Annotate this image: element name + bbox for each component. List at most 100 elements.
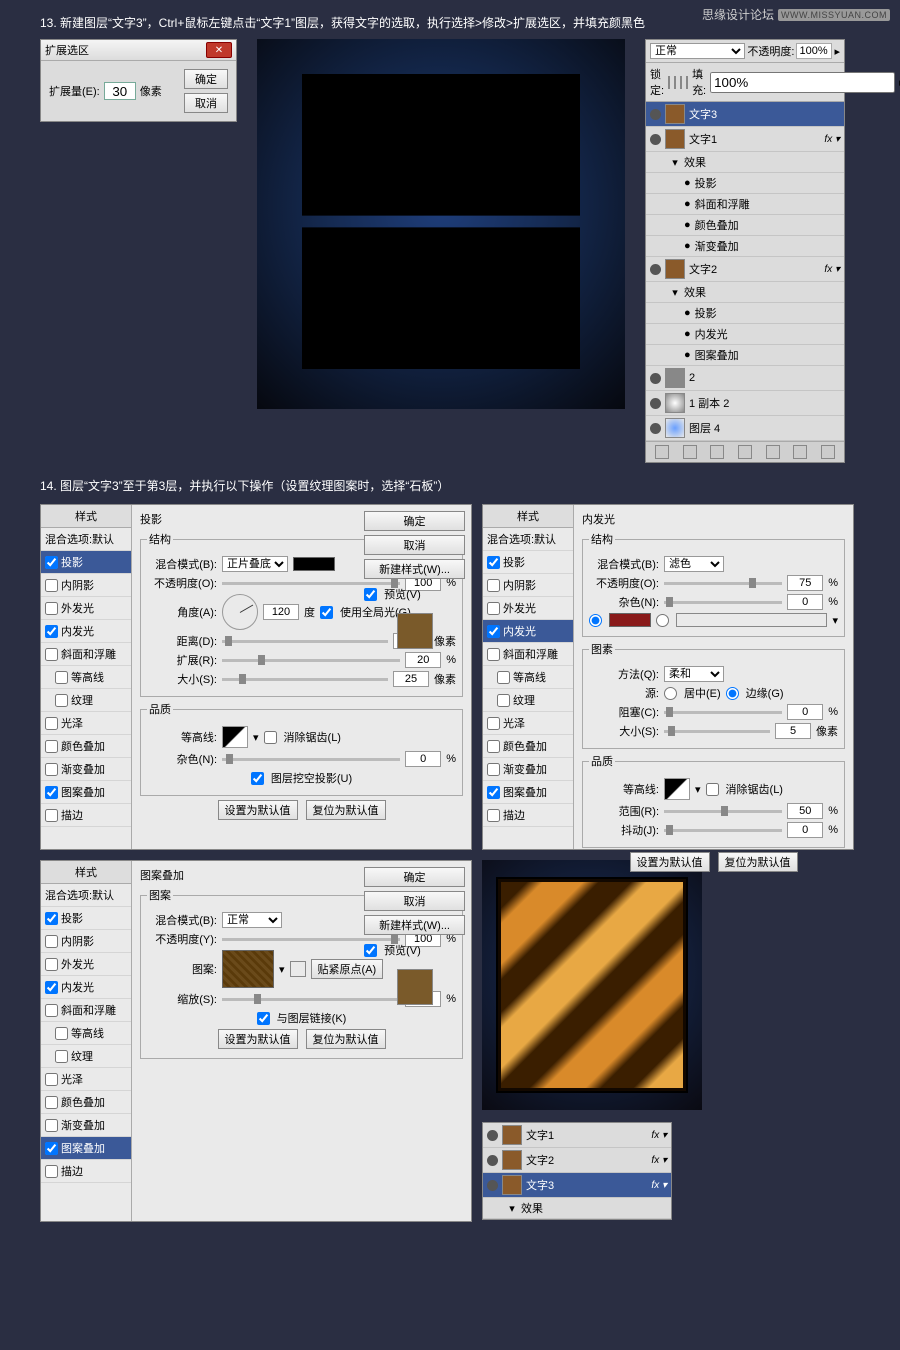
antialias-checkbox[interactable]	[264, 731, 277, 744]
visibility-icon[interactable]	[650, 373, 661, 384]
antialias-checkbox[interactable]	[706, 783, 719, 796]
style-option[interactable]: 外发光	[41, 597, 131, 620]
lock-transparency-icon[interactable]	[668, 76, 670, 89]
blend-options[interactable]: 混合选项:默认	[41, 884, 131, 907]
style-checkbox[interactable]	[497, 671, 510, 684]
lock-all-icon[interactable]	[686, 76, 688, 89]
style-option[interactable]: 内阴影	[41, 930, 131, 953]
preview-checkbox[interactable]	[364, 588, 377, 601]
layer-row[interactable]: 图层 4	[646, 416, 844, 441]
size-input[interactable]	[775, 723, 811, 739]
fx-icon[interactable]	[683, 445, 697, 459]
style-checkbox[interactable]	[45, 602, 58, 615]
choke-input[interactable]	[787, 704, 823, 720]
layer-row[interactable]: ●图案叠加	[646, 345, 844, 366]
gradient-radio[interactable]	[656, 614, 669, 627]
cancel-button[interactable]: 取消	[364, 891, 465, 911]
style-option[interactable]: 颜色叠加	[41, 735, 131, 758]
style-option[interactable]: 投影	[483, 551, 573, 574]
blend-mode-select[interactable]: 正常	[650, 43, 745, 59]
visibility-icon[interactable]	[487, 1130, 498, 1141]
style-checkbox[interactable]	[45, 1004, 58, 1017]
visibility-icon[interactable]	[487, 1155, 498, 1166]
style-option[interactable]: 图案叠加	[41, 1137, 131, 1160]
layer-row[interactable]: 1 副本 2	[646, 391, 844, 416]
style-option[interactable]: 投影	[41, 907, 131, 930]
pattern-thumbnail[interactable]	[222, 950, 274, 988]
visibility-icon[interactable]	[650, 398, 661, 409]
noise-input[interactable]	[405, 751, 441, 767]
style-option[interactable]: 光泽	[483, 712, 573, 735]
style-option[interactable]: 内发光	[483, 620, 573, 643]
style-checkbox[interactable]	[487, 602, 500, 615]
jitter-input[interactable]	[787, 822, 823, 838]
style-checkbox[interactable]	[45, 935, 58, 948]
contour-dropdown-icon[interactable]: ▾	[253, 731, 259, 744]
visibility-icon[interactable]	[487, 1180, 498, 1191]
set-default-button[interactable]: 设置为默认值	[630, 852, 710, 872]
style-option[interactable]: 描边	[41, 1160, 131, 1183]
cancel-button[interactable]: 取消	[184, 93, 228, 113]
style-option[interactable]: 渐变叠加	[41, 1114, 131, 1137]
angle-dial[interactable]	[222, 594, 258, 630]
knockout-checkbox[interactable]	[251, 772, 264, 785]
layer-row[interactable]: ●渐变叠加	[646, 236, 844, 257]
cancel-button[interactable]: 取消	[364, 535, 465, 555]
layer-thumbnail[interactable]	[665, 129, 685, 149]
style-checkbox[interactable]	[45, 763, 58, 776]
fill-input[interactable]	[710, 72, 895, 93]
visibility-icon[interactable]	[650, 264, 661, 275]
fx-badge[interactable]: fx ▾	[651, 1155, 667, 1166]
noise-slider[interactable]	[664, 601, 782, 604]
ok-button[interactable]: 确定	[184, 69, 228, 89]
style-checkbox[interactable]	[45, 958, 58, 971]
style-option[interactable]: 内阴影	[483, 574, 573, 597]
style-checkbox[interactable]	[45, 740, 58, 753]
layer-row[interactable]: 文字3fx ▾	[483, 1173, 671, 1198]
method-select[interactable]: 柔和	[664, 666, 724, 682]
style-option[interactable]: 描边	[483, 804, 573, 827]
style-option[interactable]: 内发光	[41, 976, 131, 999]
style-option[interactable]: 纹理	[41, 1045, 131, 1068]
new-pattern-icon[interactable]	[290, 961, 306, 977]
style-option[interactable]: 内发光	[41, 620, 131, 643]
layer-thumbnail[interactable]	[502, 1150, 522, 1170]
style-checkbox[interactable]	[45, 648, 58, 661]
layer-row[interactable]: ▾效果	[646, 282, 844, 303]
layer-row[interactable]: 文字2fx ▾	[646, 257, 844, 282]
choke-slider[interactable]	[664, 711, 782, 714]
new-layer-icon[interactable]	[793, 445, 807, 459]
style-option[interactable]: 渐变叠加	[483, 758, 573, 781]
angle-input[interactable]	[263, 604, 299, 620]
visibility-icon[interactable]	[650, 134, 661, 145]
style-option[interactable]: 内阴影	[41, 574, 131, 597]
range-input[interactable]	[787, 803, 823, 819]
color-swatch[interactable]	[609, 613, 651, 627]
expand-icon[interactable]: ▾	[670, 156, 680, 169]
layer-row[interactable]: ●投影	[646, 303, 844, 324]
visibility-icon[interactable]	[650, 423, 661, 434]
chevron-down-icon[interactable]: ▾	[832, 614, 838, 627]
ok-button[interactable]: 确定	[364, 511, 465, 531]
trash-icon[interactable]	[821, 445, 835, 459]
new-style-button[interactable]: 新建样式(W)...	[364, 915, 465, 935]
style-option[interactable]: 光泽	[41, 1068, 131, 1091]
blend-select[interactable]: 正常	[222, 912, 282, 928]
layer-row[interactable]: 2	[646, 366, 844, 391]
style-option[interactable]: 外发光	[41, 953, 131, 976]
layer-row[interactable]: ●斜面和浮雕	[646, 194, 844, 215]
style-checkbox[interactable]	[45, 1119, 58, 1132]
style-option[interactable]: 渐变叠加	[41, 758, 131, 781]
style-checkbox[interactable]	[45, 786, 58, 799]
style-checkbox[interactable]	[45, 912, 58, 925]
distance-slider[interactable]	[222, 640, 388, 643]
color-radio[interactable]	[589, 614, 602, 627]
layer-row[interactable]: 文字1fx ▾	[483, 1123, 671, 1148]
style-checkbox[interactable]	[487, 717, 500, 730]
adjustment-icon[interactable]	[738, 445, 752, 459]
fx-badge[interactable]: fx ▾	[651, 1130, 667, 1141]
style-option[interactable]: 斜面和浮雕	[41, 643, 131, 666]
set-default-button[interactable]: 设置为默认值	[218, 1029, 298, 1049]
style-option[interactable]: 等高线	[41, 1022, 131, 1045]
chevron-down-icon[interactable]: ▾	[695, 783, 701, 796]
